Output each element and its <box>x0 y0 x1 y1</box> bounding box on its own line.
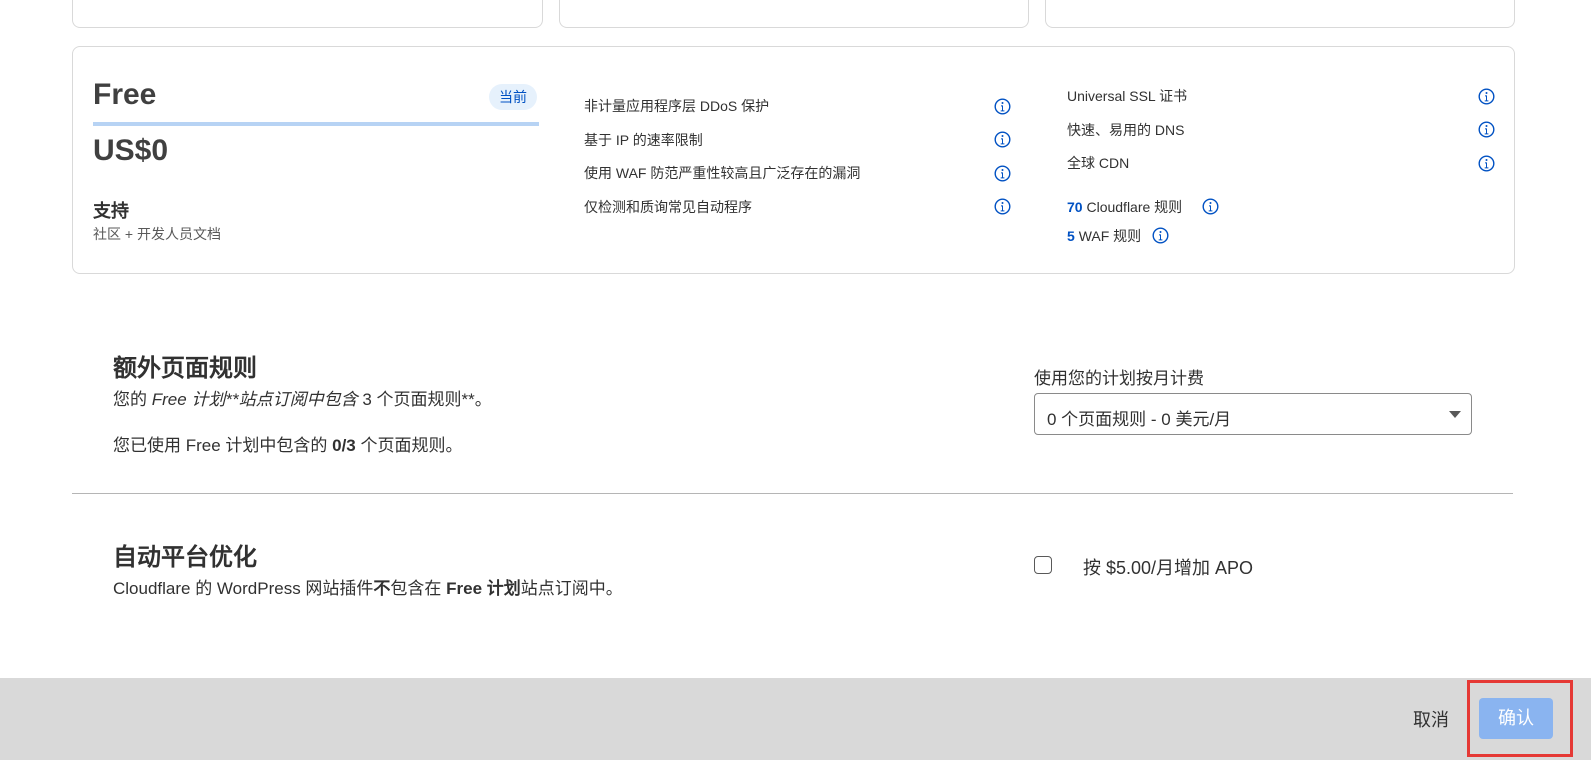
plan-card-stub-1 <box>72 0 543 28</box>
text-segment: Free 计划**站点订阅中包含 <box>151 390 358 409</box>
text-segment: 不 <box>373 579 391 598</box>
section-divider <box>72 493 1513 494</box>
info-icon[interactable] <box>994 165 1011 182</box>
feature-ssl: Universal SSL 证书 <box>1067 88 1188 104</box>
info-icon[interactable] <box>1152 227 1169 244</box>
select-value: 0 个页面规则 - 0 美元/月 <box>1047 410 1232 429</box>
page-rules-included-text: 您的 Free 计划**站点订阅中包含 3 个页面规则**。 <box>113 385 492 410</box>
current-badge: 当前 <box>489 84 537 110</box>
text-segment: 您已使用 Free 计划中包含的 <box>113 436 333 455</box>
apo-checkbox[interactable] <box>1034 556 1052 574</box>
text-segment: 个页面规则。 <box>355 436 463 455</box>
support-desc: 社区 + 开发人员文档 <box>93 226 221 242</box>
rule-label: Cloudflare 规则 <box>1086 199 1183 215</box>
modal-footer <box>0 678 1591 760</box>
text-segment: 0/3 <box>332 436 356 455</box>
text-segment: 您的 <box>113 390 152 409</box>
rule-count: 70 <box>1067 199 1083 215</box>
cancel-button[interactable]: 取消 <box>1413 706 1449 732</box>
feature-dns: 快速、易用的 DNS <box>1067 122 1185 138</box>
page-rules-select[interactable]: 0 个页面规则 - 0 美元/月 <box>1034 393 1472 435</box>
info-icon[interactable] <box>994 131 1011 148</box>
waf-rules-count: 5 WAF 规则 <box>1067 226 1141 246</box>
plan-name: Free <box>93 78 157 111</box>
info-icon[interactable] <box>1202 198 1219 215</box>
info-icon[interactable] <box>1478 121 1495 138</box>
apo-description: Cloudflare 的 WordPress 网站插件不包含在 Free 计划站… <box>113 574 623 599</box>
rule-count: 5 <box>1067 228 1075 244</box>
info-icon[interactable] <box>1478 155 1495 172</box>
feature-rate-limit: 基于 IP 的速率限制 <box>584 132 703 148</box>
feature-cdn: 全球 CDN <box>1067 155 1130 171</box>
page-rules-title: 额外页面规则 <box>113 355 257 382</box>
info-icon[interactable] <box>1478 88 1495 105</box>
apo-title: 自动平台优化 <box>113 544 257 571</box>
support-title: 支持 <box>93 201 129 221</box>
text-segment: 3 个页面规则**。 <box>357 390 492 409</box>
info-icon[interactable] <box>994 98 1011 115</box>
text-segment: Cloudflare 的 WordPress 网站插件 <box>113 579 374 598</box>
page-rules-used-text: 您已使用 Free 计划中包含的 0/3 个页面规则。 <box>113 431 463 456</box>
text-segment: 包含在 <box>390 579 447 598</box>
plan-accent-bar <box>93 122 539 126</box>
current-plan-card: Free 当前 US$0 支持 社区 + 开发人员文档 非计量应用程序层 DDo… <box>72 46 1515 274</box>
confirm-button[interactable]: 确认 <box>1479 698 1553 739</box>
feature-ddos: 非计量应用程序层 DDoS 保护 <box>584 98 770 114</box>
text-segment: 站点订阅中。 <box>520 579 623 598</box>
feature-waf: 使用 WAF 防范严重性较高且广泛存在的漏洞 <box>584 165 861 181</box>
feature-bot: 仅检测和质询常见自动程序 <box>584 199 752 215</box>
rule-label: WAF 规则 <box>1078 228 1142 244</box>
plan-card-stub-3 <box>1045 0 1515 28</box>
plan-card-stub-2 <box>559 0 1029 28</box>
billing-select-label: 使用您的计划按月计费 <box>1034 369 1204 388</box>
plan-price: US$0 <box>93 134 169 167</box>
text-segment: Free 计划 <box>446 579 521 598</box>
apo-checkbox-label[interactable]: 按 $5.00/月增加 APO <box>1083 554 1253 580</box>
info-icon[interactable] <box>994 198 1011 215</box>
cloudflare-rules-count: 70 Cloudflare 规则 <box>1067 197 1182 217</box>
chevron-down-icon <box>1449 411 1461 418</box>
